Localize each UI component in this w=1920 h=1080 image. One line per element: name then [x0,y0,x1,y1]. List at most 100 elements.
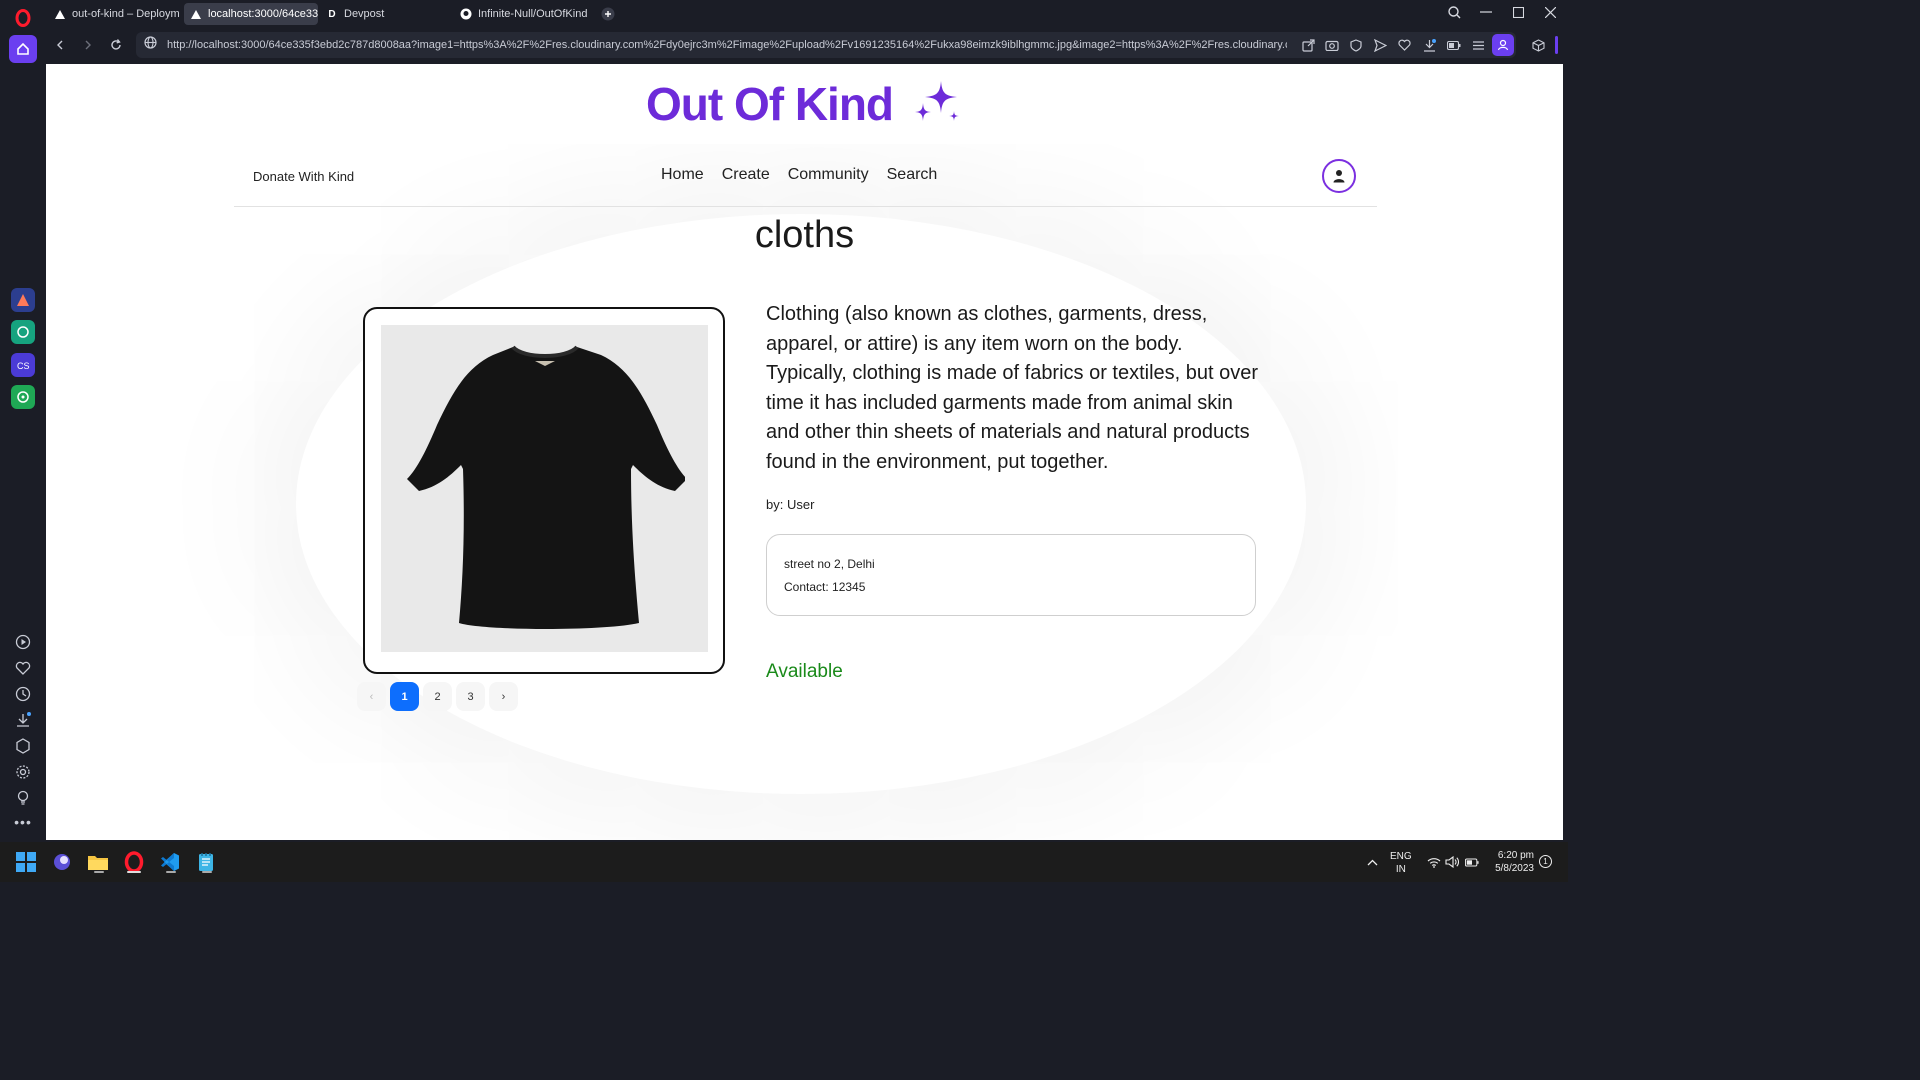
tab-label: Infinite-Null/OutOfKind [478,8,588,20]
running-indicator [166,871,176,873]
pagination-page-3[interactable]: 3 [456,682,485,711]
vscode-icon[interactable] [156,848,184,876]
settings-gear-icon[interactable] [9,758,37,786]
tab-deployment[interactable]: out-of-kind – Deployment [48,3,180,25]
downloads-icon[interactable] [9,706,37,734]
pickup-address: street no 2, Delhi [784,557,875,571]
adblock-shield-icon[interactable] [1348,37,1364,53]
player-icon[interactable] [9,628,37,656]
availability-status: Available [766,661,843,682]
nav-links: Home Create Community Search [661,166,937,184]
user-avatar-button[interactable] [1322,159,1356,193]
plus-icon [601,7,615,21]
notification-badge[interactable]: 1 [1539,855,1552,868]
tab-label: Devpost [344,8,385,20]
minimize-icon[interactable] [1470,0,1502,24]
profile-icon[interactable] [1492,34,1514,56]
bookmark-heart-icon[interactable] [1396,37,1412,53]
file-explorer-icon[interactable] [84,848,112,876]
running-indicator [94,871,104,873]
pagination-next-button[interactable]: › [489,682,518,711]
notepad-icon[interactable] [192,848,220,876]
maximize-icon[interactable] [1502,0,1534,24]
extensions-icon[interactable] [9,732,37,760]
snapshot-camera-icon[interactable] [1324,37,1340,53]
taskbar-clock[interactable]: 6:20 pm 5/8/2023 [1480,849,1534,875]
workspaces-cube-icon[interactable] [1530,37,1546,53]
tab-devpost[interactable]: D Devpost [320,3,450,25]
region-code: IN [1395,864,1406,875]
windows-start-icon[interactable] [12,848,40,876]
browser-sidebar: CS ••• [0,0,46,842]
tab-github[interactable]: Infinite-Null/OutOfKind [454,3,594,25]
donate-with-kind-link[interactable]: Donate With Kind [253,169,354,184]
pagination-page-1[interactable]: 1 [390,682,419,711]
send-icon[interactable] [1372,37,1388,53]
pagination-prev-button[interactable]: ‹ [357,682,386,711]
pagination-page-2[interactable]: 2 [423,682,452,711]
aria-icon[interactable] [11,288,35,312]
item-author: by: User [766,497,815,512]
sparkles-icon [911,79,963,130]
search-tabs-icon[interactable] [1438,0,1470,24]
nav-search-link[interactable]: Search [887,166,938,184]
download-icon[interactable] [1421,37,1437,53]
close-icon[interactable] [1534,0,1566,24]
share-icon[interactable] [1300,37,1316,53]
user-icon [1333,170,1345,183]
home-icon[interactable] [9,35,37,63]
clock-time: 6:20 pm [1497,850,1534,861]
chatgpt-icon[interactable] [11,320,35,344]
opera-taskbar-icon[interactable] [120,848,148,876]
opera-logo-icon[interactable] [9,4,37,32]
sidebar-accent-bar [1555,36,1558,54]
running-indicator [202,871,212,873]
language-code: ENG [1390,851,1412,862]
history-icon[interactable] [9,680,37,708]
language-indicator[interactable]: ENG IN [1390,850,1412,876]
pickup-info-box: street no 2, Delhi Contact: 12345 [766,534,1256,616]
easy-setup-icon[interactable] [1470,37,1486,53]
orb-app-icon[interactable] [48,848,76,876]
item-title: cloths [754,214,855,256]
chatsonic-icon[interactable]: CS [11,353,35,377]
site-title[interactable]: Out Of Kind [646,77,894,131]
black-tshirt-image [406,344,685,629]
nav-home-link[interactable]: Home [661,166,704,184]
volume-icon[interactable] [1445,855,1459,869]
clock-date: 5/8/2023 [1495,863,1534,874]
devpost-icon: D [328,8,336,20]
globe-icon [144,36,157,54]
forward-icon[interactable] [76,33,100,57]
address-bar-row: http://localhost:3000/64ce335f3ebd2c787d… [46,28,1568,62]
heart-icon[interactable] [9,654,37,682]
chevron-up-icon[interactable] [1365,855,1379,869]
vercel-icon [190,8,202,20]
new-tab-button[interactable] [598,3,618,25]
image-card [363,307,725,674]
github-icon [460,8,472,20]
windows-taskbar: ENG IN 6:20 pm 5/8/2023 1 [0,842,1568,882]
whatsapp-icon[interactable] [11,385,35,409]
page-viewport: Out Of Kind Donate With Kind Home Create… [46,64,1563,840]
battery-saver-icon[interactable] [1446,37,1462,53]
tab-strip: out-of-kind – Deployment localhost:3000/… [46,0,1568,28]
battery-icon[interactable] [1465,855,1479,869]
navbar: Donate With Kind Home Create Community S… [234,144,1377,207]
site-header: Out Of Kind [46,64,1563,144]
nav-create-link[interactable]: Create [722,166,770,184]
more-options-icon[interactable]: ••• [9,808,37,836]
back-icon[interactable] [48,33,72,57]
pickup-contact: Contact: 12345 [784,580,866,594]
product-image[interactable] [381,325,708,652]
nav-community-link[interactable]: Community [788,166,869,184]
item-description: Clothing (also known as clothes, garment… [766,303,1259,473]
vercel-icon [54,8,66,20]
svg-text:CS: CS [17,361,30,371]
wifi-icon[interactable] [1427,855,1441,869]
reload-icon[interactable] [104,33,128,57]
active-indicator [127,871,141,873]
image-pagination: ‹ 1 2 3 › [357,682,518,711]
tab-label: localhost:3000/64ce335f3 [208,8,318,20]
tab-localhost[interactable]: localhost:3000/64ce335f3 [184,3,318,25]
